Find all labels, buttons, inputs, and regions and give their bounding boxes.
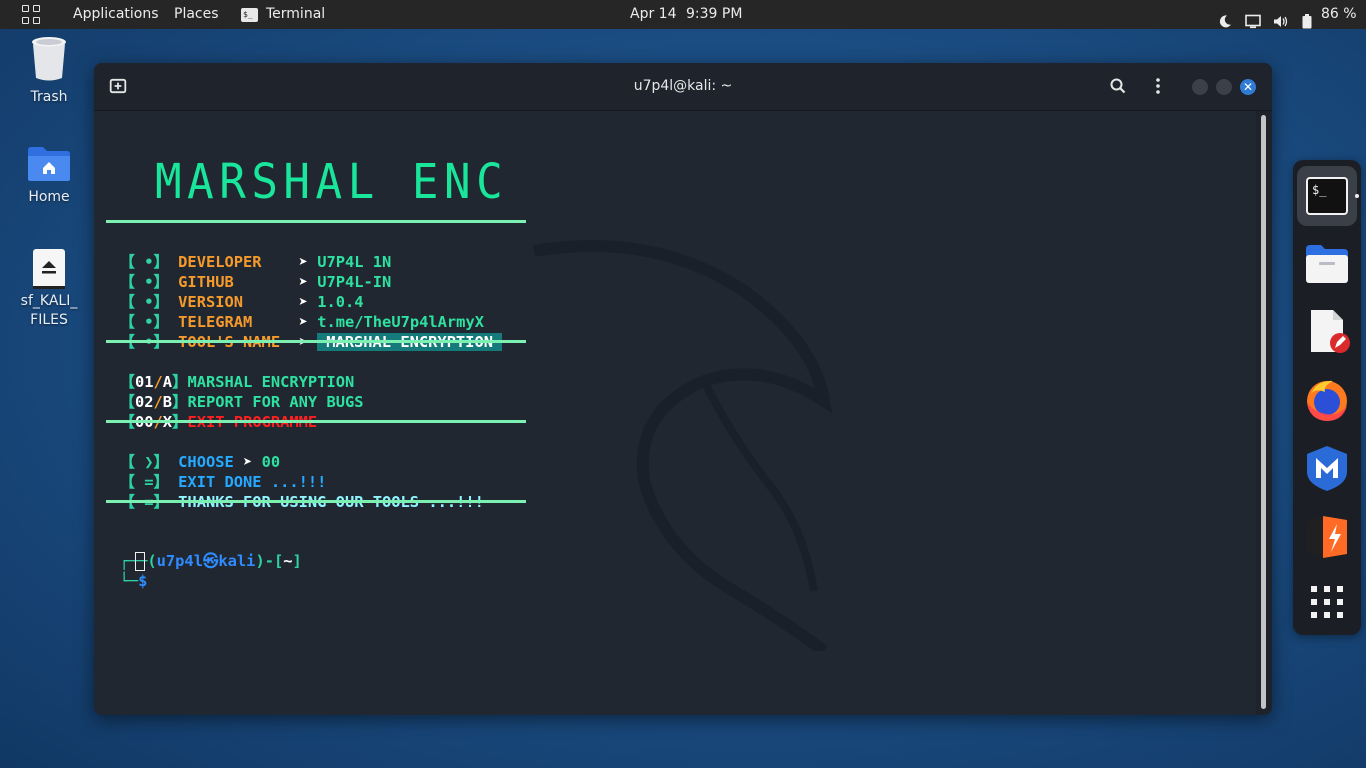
menu-option: 【00/X】EXIT PROGRAMME bbox=[101, 392, 318, 432]
maximize-button[interactable] bbox=[1216, 79, 1232, 95]
svg-text:$_: $_ bbox=[1312, 183, 1327, 197]
desktop-drive[interactable]: sf_KALI_ FILES bbox=[9, 248, 89, 330]
places-menu[interactable]: Places bbox=[174, 0, 219, 29]
metasploit-icon[interactable] bbox=[1303, 444, 1351, 492]
terminal-icon[interactable]: $_ bbox=[1303, 172, 1351, 220]
battery-icon[interactable] bbox=[1302, 7, 1312, 36]
battery-percent[interactable]: 86 % bbox=[1321, 0, 1357, 29]
search-icon[interactable] bbox=[1109, 77, 1127, 95]
terminal-small-icon: $_ bbox=[241, 7, 258, 22]
home-folder-icon bbox=[28, 147, 70, 181]
divider-2 bbox=[106, 340, 526, 343]
marshal-banner: MARSHAL ENC bbox=[155, 154, 509, 210]
display-icon[interactable] bbox=[1245, 7, 1261, 36]
kali-dragon-watermark bbox=[533, 240, 833, 651]
top-panel: Applications Places $_ Terminal Apr 14 9… bbox=[0, 0, 1366, 29]
divider-4 bbox=[106, 500, 526, 503]
text-editor-icon[interactable] bbox=[1303, 308, 1351, 356]
info-row: 【 •】 TOOL'S NAME ➤ MARSHAL ENCRYPTION bbox=[101, 312, 502, 352]
burpsuite-icon[interactable] bbox=[1303, 512, 1351, 560]
volume-icon[interactable] bbox=[1273, 7, 1289, 36]
show-apps-icon[interactable] bbox=[1303, 578, 1351, 626]
divider-3 bbox=[106, 420, 526, 423]
drive-icon bbox=[33, 249, 65, 289]
close-button[interactable]: ✕ bbox=[1240, 79, 1256, 95]
desktop-trash[interactable]: Trash bbox=[9, 36, 89, 107]
applications-menu[interactable]: Applications bbox=[73, 0, 159, 29]
clock-date[interactable]: Apr 14 bbox=[630, 0, 676, 29]
apps-grid-icon[interactable] bbox=[22, 5, 42, 25]
window-titlebar[interactable]: u7p4l@kali: ~ ✕ bbox=[94, 63, 1272, 111]
firefox-icon[interactable] bbox=[1303, 376, 1351, 424]
running-indicator bbox=[1355, 194, 1359, 198]
terminal-app-label: Terminal bbox=[266, 6, 326, 22]
text-cursor bbox=[135, 552, 145, 571]
night-mode-icon[interactable] bbox=[1218, 7, 1232, 36]
minimize-button[interactable] bbox=[1192, 79, 1208, 95]
clock-time[interactable]: 9:39 PM bbox=[686, 0, 742, 29]
desktop-home-label: Home bbox=[28, 189, 70, 205]
trash-icon bbox=[32, 37, 66, 81]
desktop-trash-label: Trash bbox=[30, 89, 68, 105]
divider-1 bbox=[106, 220, 526, 223]
desktop-home[interactable]: Home bbox=[9, 146, 89, 207]
files-icon[interactable] bbox=[1303, 240, 1351, 288]
terminal-app-menu[interactable]: $_ Terminal bbox=[241, 0, 325, 29]
menu-dots-icon[interactable] bbox=[1149, 77, 1167, 95]
dock: $_ bbox=[1293, 160, 1361, 635]
thanks-line: 【 =】 THANKS FOR USING OUR TOOLS ...!!! bbox=[101, 472, 484, 512]
scrollbar[interactable] bbox=[1261, 115, 1266, 709]
window-title: u7p4l@kali: ~ bbox=[633, 78, 733, 94]
desktop-drive-label: sf_KALI_ FILES bbox=[20, 293, 78, 328]
